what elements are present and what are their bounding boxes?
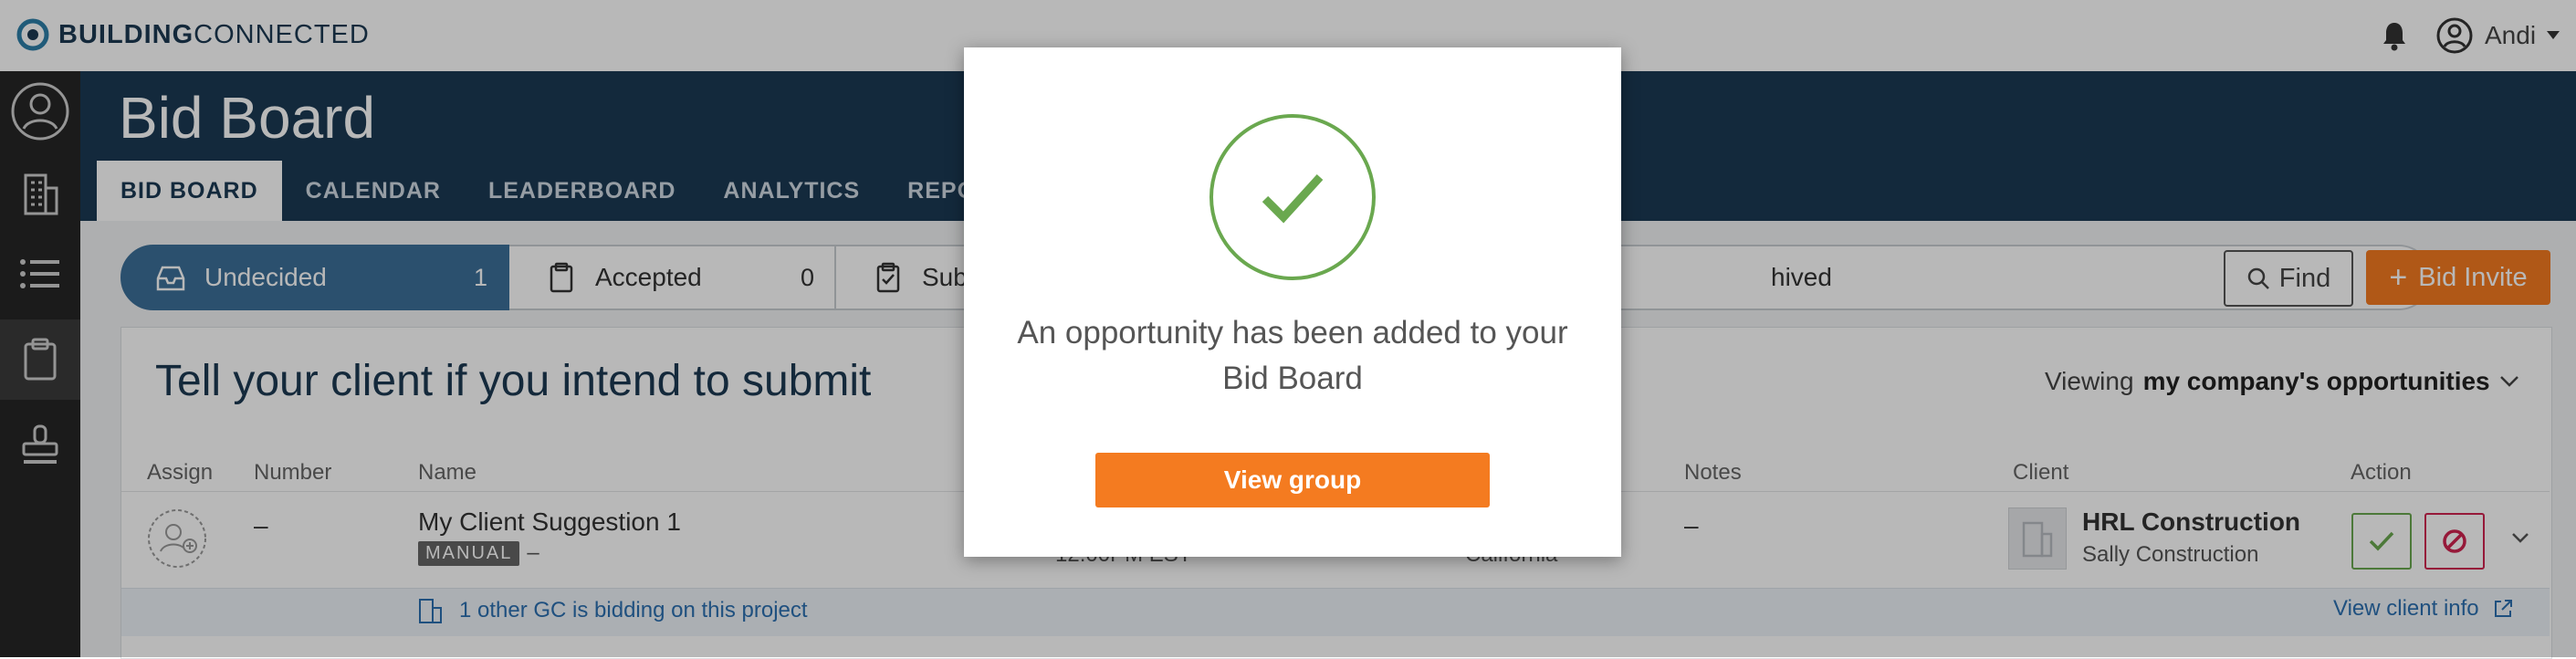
view-group-button[interactable]: View group xyxy=(1095,453,1490,507)
modal-message: An opportunity has been added to your Bi… xyxy=(1017,315,1568,396)
success-check-icon xyxy=(1209,114,1376,280)
